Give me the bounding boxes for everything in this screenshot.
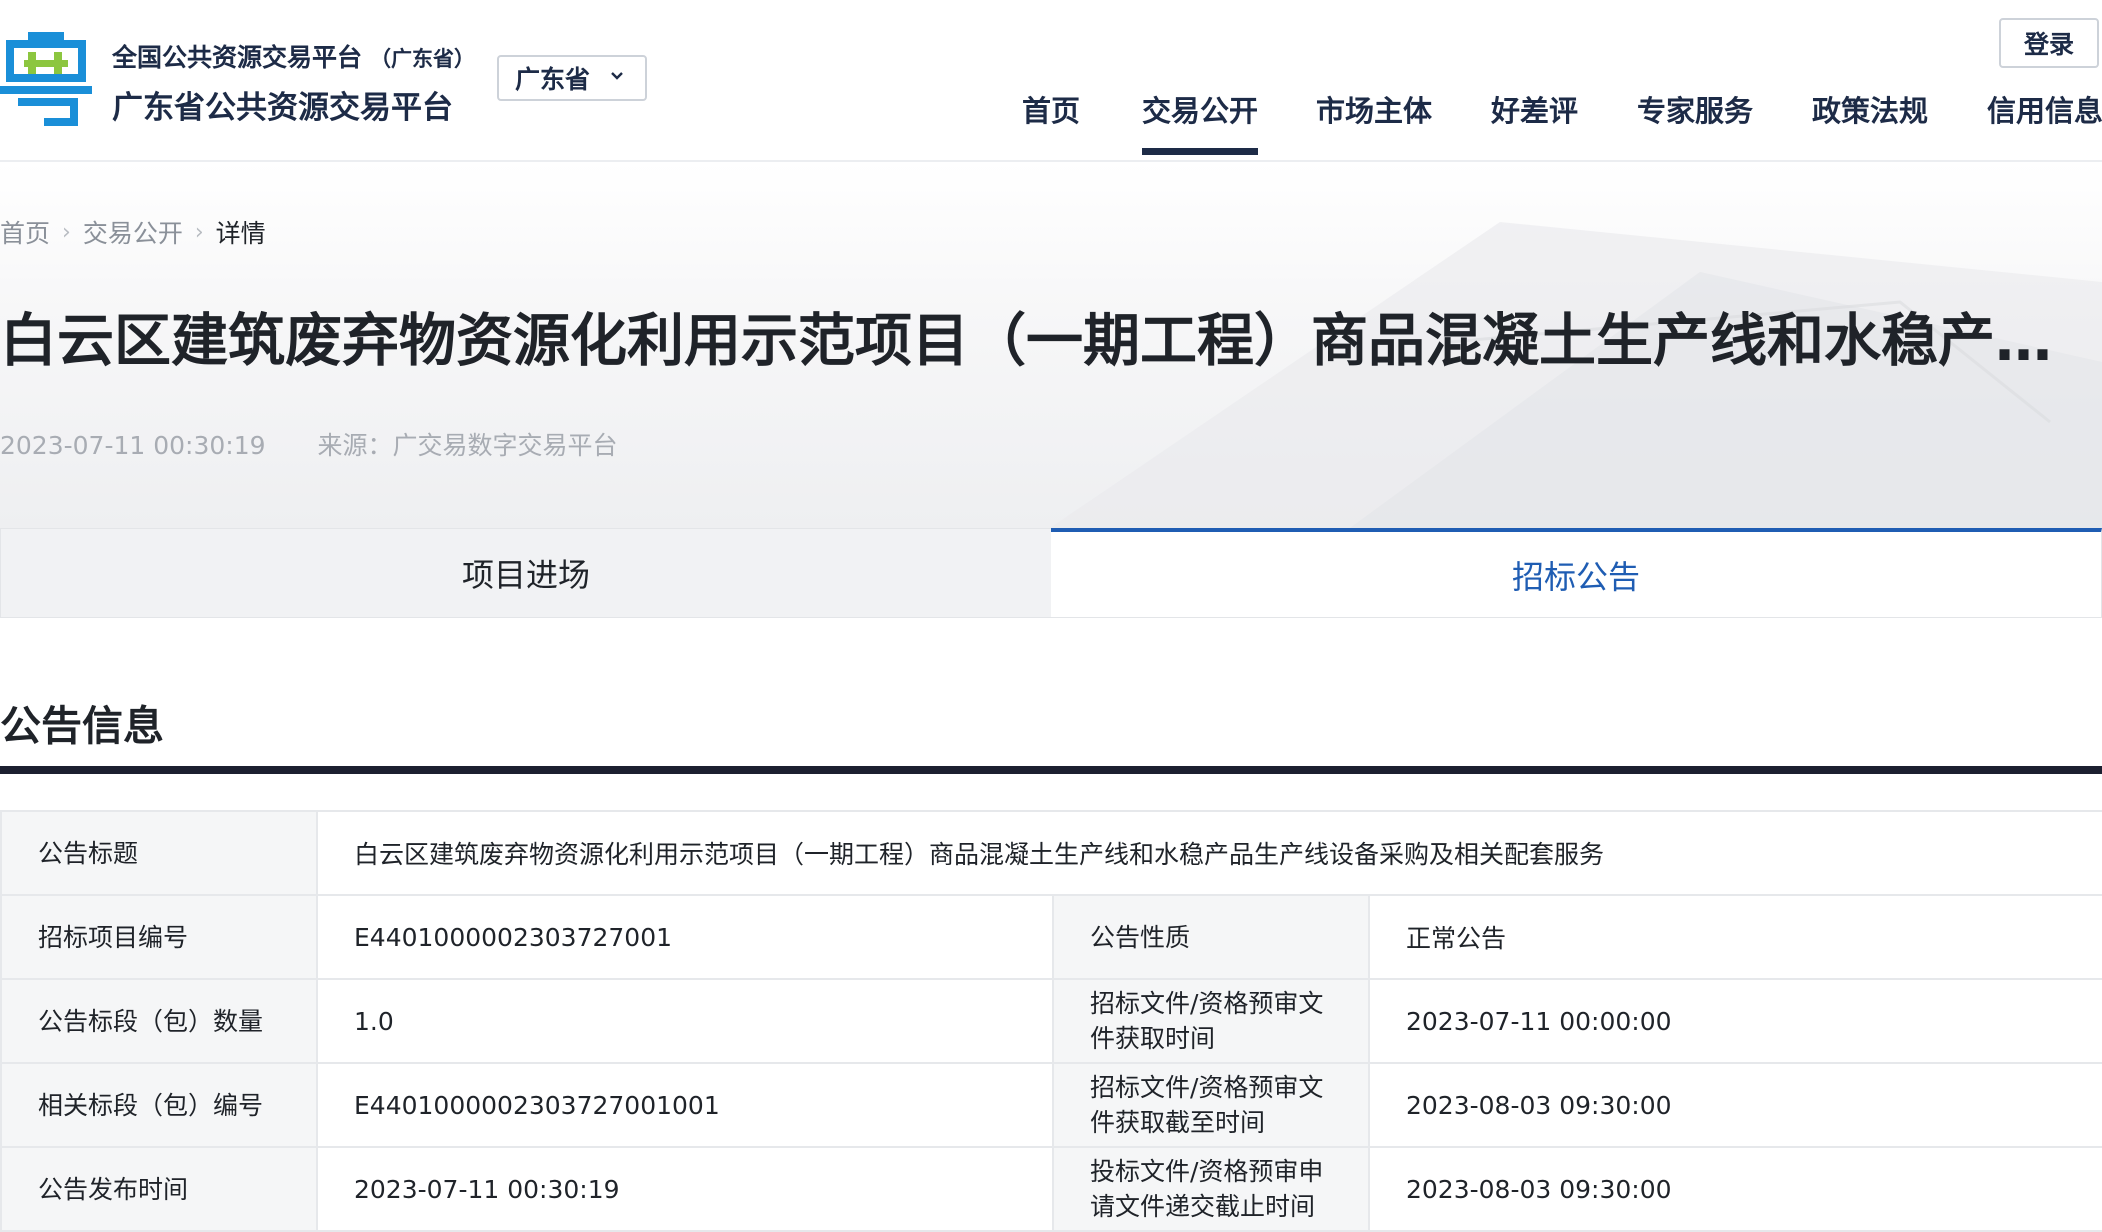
value-section-count: 1.0 xyxy=(316,978,1054,1064)
brand-national-platform: 全国公共资源交易平台 （广东省） xyxy=(112,38,475,74)
label-publish-time: 公告发布时间 xyxy=(0,1146,318,1232)
nav-trading-public[interactable]: 交易公开 xyxy=(1142,88,1259,155)
label-section-number: 相关标段（包）编号 xyxy=(0,1062,318,1148)
label-notice-title: 公告标题 xyxy=(0,810,318,896)
breadcrumb-trading-public[interactable]: 交易公开 xyxy=(83,214,183,250)
table-row: 招标项目编号 E4401000002303727001 公告性质 正常公告 xyxy=(0,894,2102,980)
brand-line1-text: 全国公共资源交易平台 xyxy=(112,43,363,72)
value-doc-obtain-time: 2023-07-11 00:00:00 xyxy=(1367,978,2102,1064)
label-doc-obtain-time: 招标文件/资格预审文件获取时间 xyxy=(1052,978,1370,1064)
value-doc-obtain-deadline: 2023-08-03 09:30:00 xyxy=(1367,1062,2102,1148)
label-doc-obtain-deadline: 招标文件/资格预审文件获取截至时间 xyxy=(1052,1062,1370,1148)
article-meta: 2023-07-11 00:30:19 来源：广交易数字交易平台 xyxy=(0,426,618,462)
value-section-number: E4401000002303727001001 xyxy=(316,1062,1054,1148)
nav-policy-law[interactable]: 政策法规 xyxy=(1812,88,1928,130)
nav-market-entity[interactable]: 市场主体 xyxy=(1316,88,1432,130)
brand-line1-province: （广东省） xyxy=(370,47,476,71)
label-notice-nature: 公告性质 xyxy=(1052,894,1370,980)
breadcrumb-current: 详情 xyxy=(215,219,266,248)
nav-expert-service[interactable]: 专家服务 xyxy=(1637,88,1753,130)
value-notice-title: 白云区建筑废弃物资源化利用示范项目（一期工程）商品混凝土生产线和水稳产品生产线设… xyxy=(315,810,2102,896)
site-header: 全国公共资源交易平台 （广东省） 广东省公共资源交易平台 广东省 登录 首页 交易… xyxy=(0,0,2102,162)
section-divider xyxy=(0,766,2102,774)
chevron-down-icon xyxy=(611,72,623,80)
nav-credit-info[interactable]: 信用信息 xyxy=(1987,88,2102,130)
breadcrumb-separator: › xyxy=(62,219,71,245)
region-select[interactable]: 广东省 xyxy=(497,55,647,101)
table-row: 相关标段（包）编号 E4401000002303727001001 招标文件/资… xyxy=(0,1062,2102,1148)
table-row: 公告发布时间 2023-07-11 00:30:19 投标文件/资格预审申请文件… xyxy=(0,1146,2102,1232)
tab-project-entry[interactable]: 项目进场 xyxy=(0,528,1051,618)
table-row: 公告标段（包）数量 1.0 招标文件/资格预审文件获取时间 2023-07-11… xyxy=(0,978,2102,1064)
article-hero: 首页 › 交易公开 › 详情 白云区建筑废弃物资源化利用示范项目（一期工程）商品… xyxy=(0,162,2102,528)
table-row: 公告标题 白云区建筑废弃物资源化利用示范项目（一期工程）商品混凝土生产线和水稳产… xyxy=(0,810,2102,896)
login-button[interactable]: 登录 xyxy=(1999,18,2099,68)
nav-rating[interactable]: 好差评 xyxy=(1491,88,1578,130)
breadcrumb-separator: › xyxy=(194,219,204,245)
value-project-number: E4401000002303727001 xyxy=(316,894,1054,980)
section-title: 公告信息 xyxy=(0,702,164,750)
guangdong-yue-logo-icon[interactable] xyxy=(0,30,92,126)
page-title: 白云区建筑废弃物资源化利用示范项目（一期工程）商品混凝土生产线和水稳产品... xyxy=(0,310,2080,373)
value-notice-nature: 正常公告 xyxy=(1367,894,2102,980)
brand-provincial-platform: 广东省公共资源交易平台 xyxy=(112,90,453,126)
value-publish-time: 2023-07-11 00:30:19 xyxy=(316,1146,1054,1232)
label-project-number: 招标项目编号 xyxy=(0,894,318,980)
region-select-value: 广东省 xyxy=(515,65,591,94)
tab-tender-notice[interactable]: 招标公告 xyxy=(1051,528,2102,618)
breadcrumb: 首页 › 交易公开 › 详情 xyxy=(0,214,266,250)
detail-tabs: 项目进场 招标公告 xyxy=(0,528,2102,618)
nav-home[interactable]: 首页 xyxy=(1022,88,1080,130)
breadcrumb-home[interactable]: 首页 xyxy=(0,214,50,250)
label-bid-submit-deadline: 投标文件/资格预审申请文件递交截止时间 xyxy=(1052,1146,1370,1232)
publish-date: 2023-07-11 00:30:19 xyxy=(0,431,266,460)
article-source: 来源：广交易数字交易平台 xyxy=(317,431,618,460)
notice-info-table: 公告标题 白云区建筑废弃物资源化利用示范项目（一期工程）商品混凝土生产线和水稳产… xyxy=(0,810,2102,1232)
value-bid-submit-deadline: 2023-08-03 09:30:00 xyxy=(1367,1146,2102,1232)
label-section-count: 公告标段（包）数量 xyxy=(0,978,318,1064)
